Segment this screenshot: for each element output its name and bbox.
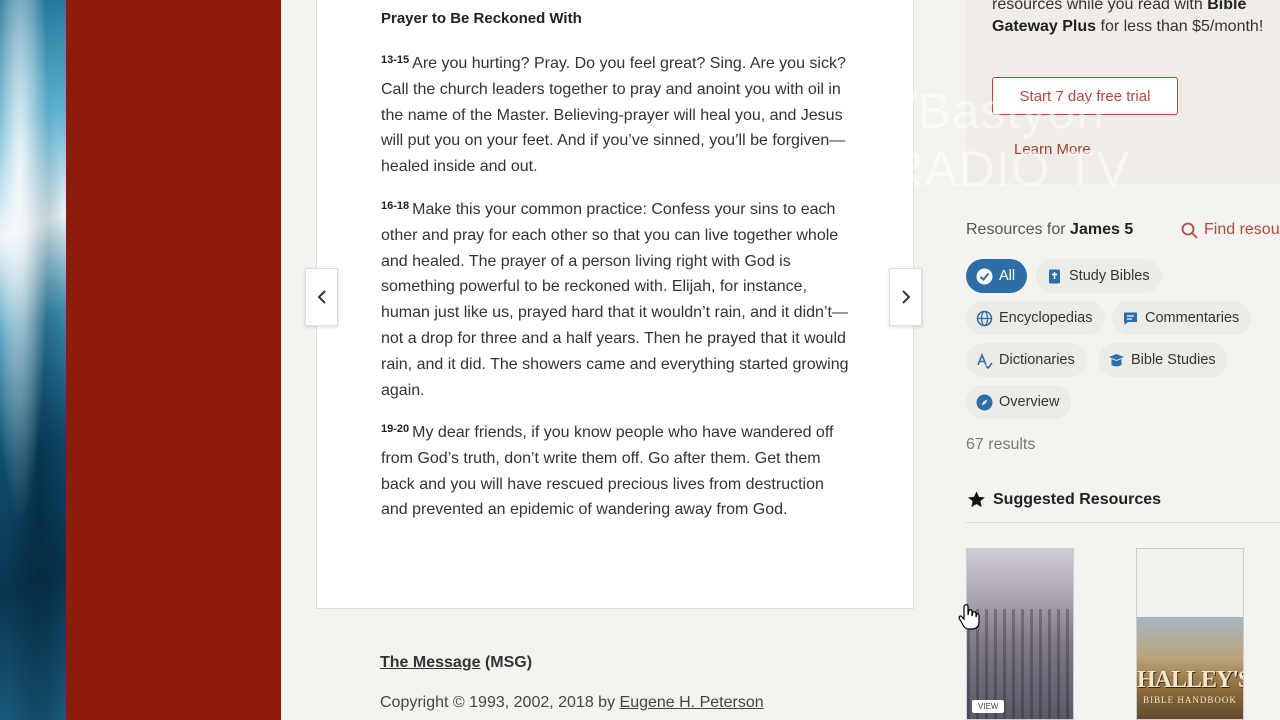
filter-chip-label: Overview [999, 394, 1060, 410]
cover-top-band [1137, 549, 1243, 619]
verse-number: 16-18 [381, 200, 410, 212]
copyright-line: Copyright © 1993, 2002, 2018 by Eugene H… [380, 694, 764, 712]
learn-more-link[interactable]: Learn More [1014, 141, 1091, 158]
filter-chip-label: Bible Studies [1131, 352, 1216, 368]
red-sidebar-panel [66, 0, 281, 720]
filter-chip-label: Dictionaries [999, 352, 1075, 368]
chevron-right-icon [901, 290, 910, 304]
suggested-resources-heading: Suggested Resources [967, 490, 1161, 509]
filter-chip-label: All [999, 268, 1016, 284]
study-group-icon [1109, 353, 1124, 366]
resources-title-book: James 5 [1070, 221, 1134, 238]
find-resources-link[interactable]: Find resou [1181, 221, 1280, 239]
suggested-resources-title: Suggested Resources [993, 490, 1162, 508]
book-cover-title: HALLEY'S [1137, 667, 1244, 693]
verse-19-20: 19-20 My dear friends, if you know people… [381, 420, 851, 523]
globe-icon [976, 310, 993, 326]
verse-text: My dear friends, if you know people who … [381, 424, 834, 519]
plus-text-line1: resources while you read with [992, 0, 1203, 13]
filter-chip-label: Commentaries [1145, 310, 1240, 326]
chevron-left-icon [317, 290, 326, 304]
version-name-link[interactable]: The Message [380, 654, 480, 671]
filter-chip-label: Study Bibles [1069, 268, 1150, 284]
verse-number: 13-15 [381, 54, 410, 66]
section-heading: Prayer to Be Reckoned With [381, 10, 582, 27]
filter-chip-overview[interactable]: Overview [966, 385, 1072, 419]
search-icon [1181, 222, 1198, 239]
book-cover-halleys[interactable]: HALLEY'S BIBLE HANDBOOK [1136, 548, 1244, 720]
copyright-text: Copyright © 1993, 2002, 2018 by [380, 694, 616, 711]
view-tag[interactable]: VIEW [972, 700, 1005, 713]
verse-16-18: 16-18 Make this your common practice: Con… [381, 197, 851, 403]
ocean-wave-image [0, 0, 66, 720]
filter-chip-bible-studies[interactable]: Bible Studies [1098, 343, 1228, 377]
bible-book-icon [1049, 269, 1060, 283]
previous-chapter-button[interactable] [305, 268, 338, 326]
verse-13-15: 13-15 Are you hurting? Pray. Do you feel … [381, 51, 851, 180]
author-link[interactable]: Eugene H. Peterson [620, 694, 764, 711]
verse-text: Make this your common practice: Confess … [381, 201, 849, 399]
star-icon [968, 491, 985, 508]
version-abbr: (MSG) [484, 654, 533, 671]
filter-chip-encyclopedias[interactable]: Encyclopedias [966, 301, 1105, 335]
book-cover-subtitle: BIBLE HANDBOOK [1143, 695, 1237, 705]
check-circle-icon [976, 268, 993, 284]
filter-chip-dictionaries[interactable]: Dictionaries [966, 343, 1087, 377]
filter-chip-study-bibles[interactable]: Study Bibles [1036, 259, 1162, 293]
plus-promo-text: resources while you read with Bible Gate… [992, 0, 1280, 38]
filter-chip-commentaries[interactable]: Commentaries [1112, 301, 1252, 335]
comment-icon [1124, 312, 1137, 325]
hand-cursor-icon [958, 604, 980, 630]
resources-title: Resources for James 5 [966, 221, 1133, 239]
next-chapter-button[interactable] [889, 268, 922, 326]
filter-chip-label: Encyclopedias [999, 310, 1093, 326]
filter-chip-all[interactable]: All [966, 259, 1028, 293]
results-count: 67 results [966, 436, 1036, 453]
divider [966, 522, 1280, 523]
resources-title-prefix: Resources for [966, 221, 1066, 238]
dictionary-icon [977, 352, 993, 369]
book-cover-1[interactable]: VIEW [966, 548, 1074, 720]
verse-number: 19-20 [381, 423, 410, 435]
compass-icon [976, 394, 993, 410]
plus-text-line2: for less than $5/month! [1100, 18, 1264, 35]
version-line: The Message (MSG) [380, 654, 532, 672]
find-resources-label: Find resou [1204, 221, 1280, 238]
free-trial-button[interactable]: Start 7 day free trial [992, 77, 1178, 115]
verse-text: Are you hurting? Pray. Do you feel great… [381, 55, 846, 176]
